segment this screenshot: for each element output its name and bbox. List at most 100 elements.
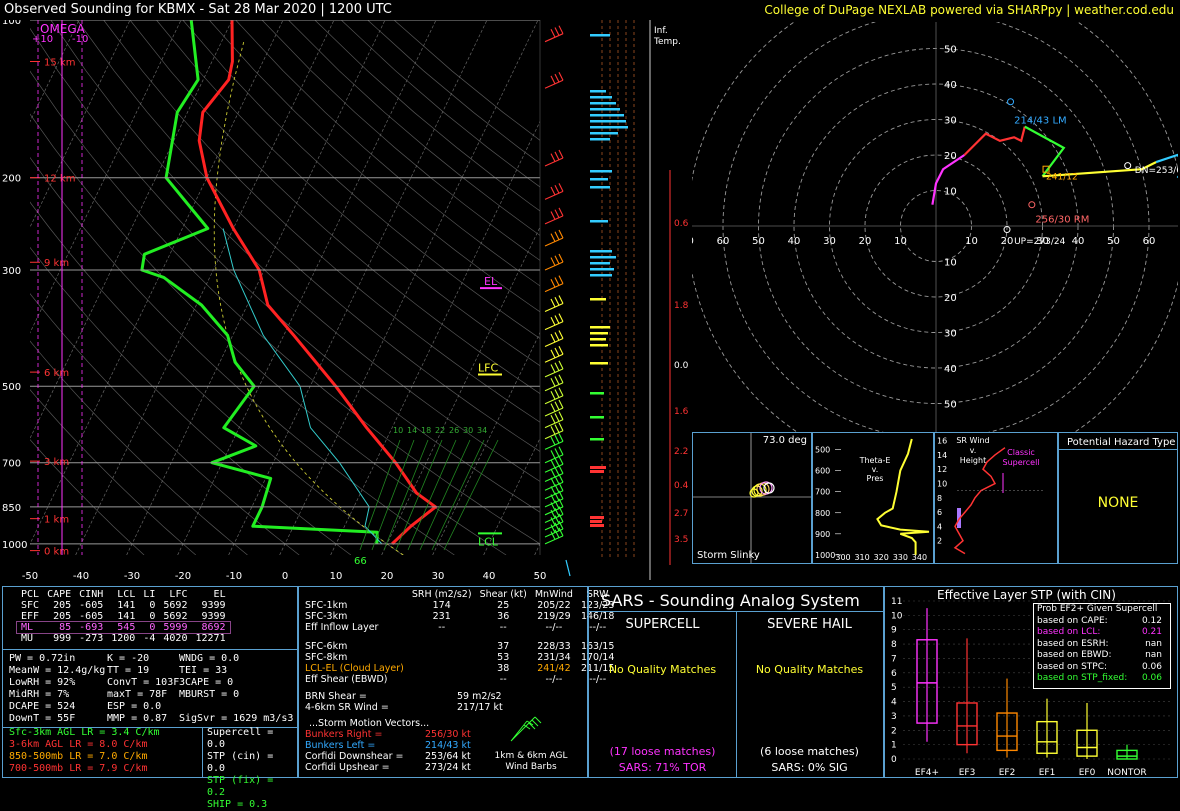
stp-legend-value: 0.06 bbox=[1141, 673, 1162, 683]
shear-line bbox=[371, 439, 415, 551]
barb-flag bbox=[550, 29, 556, 38]
inf-value: 2.7 bbox=[674, 509, 688, 519]
thermo-panel: PCL CAPE CINH LCL LI LFC EL SFC 205 -605 14… bbox=[2, 586, 298, 810]
cell: -- bbox=[499, 622, 507, 633]
indices-col2: K = -20 TT = 19 ConvT = 103F maxT = 78F ESP … bbox=[107, 653, 179, 725]
rm-marker bbox=[1028, 201, 1036, 209]
cell: 36 bbox=[497, 611, 510, 622]
cell: -693 bbox=[79, 622, 104, 633]
slinky-label: Storm Slinky bbox=[697, 550, 760, 561]
cell: SFC-8km bbox=[305, 652, 348, 663]
barb-flag bbox=[554, 413, 560, 422]
wind-barb bbox=[544, 387, 564, 405]
stp-legend-key: based on STP_fixed: bbox=[1037, 673, 1128, 683]
srw-y-tick: 16 bbox=[937, 437, 947, 446]
cell: -605 bbox=[79, 611, 104, 622]
hdr-cape: CAPE bbox=[47, 589, 72, 600]
stp-y-tick: 4 bbox=[891, 698, 897, 708]
hdr-lfc: LFC bbox=[169, 589, 188, 600]
temp-tick-label: -10 bbox=[226, 571, 242, 580]
shear-ring-label: 18 bbox=[421, 426, 431, 435]
cell: 12271 bbox=[195, 633, 226, 644]
inflow-bar bbox=[590, 90, 606, 93]
barb-flag bbox=[554, 401, 560, 411]
cell: LCL-EL (Cloud Layer) bbox=[305, 663, 404, 674]
cell: SRH (m2/s2) bbox=[411, 589, 472, 600]
inflow-strip-chart: 0.6 1.8 0.0 1.6 2.2 0.4 2.7 3.5 bbox=[590, 20, 692, 580]
dry-adiabat bbox=[156, 20, 540, 367]
hodo-y-label: 50 bbox=[944, 45, 957, 56]
temp-tick-label: 30 bbox=[432, 571, 445, 580]
sr-wind-chart: 16 14 12 10 8 6 4 2 SR Windv.Height ClassicSuperc… bbox=[937, 436, 1045, 555]
storm-value: 253/64 kt bbox=[425, 751, 471, 762]
parcel-row-ml[interactable]: ML 85 -693 545 0 5999 8692 bbox=[16, 621, 231, 634]
inf-value: 3.5 bbox=[674, 535, 688, 545]
shear-ring-label: 26 bbox=[449, 426, 459, 435]
stp-y-tick: 6 bbox=[891, 669, 897, 679]
inflow-bar bbox=[590, 326, 610, 329]
inflow-bar bbox=[590, 268, 614, 271]
sr46-value: 217/17 kt bbox=[457, 702, 503, 713]
temperature-line bbox=[197, 20, 437, 545]
shear-line bbox=[431, 439, 485, 551]
pressure-tick-label: 200 bbox=[2, 174, 21, 185]
sars-tor: SARS: 71% TOR bbox=[618, 761, 707, 774]
indices-col3: WNDG = 0.0 TEI = 33 3CAPE = 0 MBURST = 0 Sig… bbox=[179, 653, 293, 725]
stp-legend-row: based on CAPE: 0.12 bbox=[1034, 616, 1170, 628]
barb-flag bbox=[550, 403, 556, 412]
lapse-rate: 700-500mb LR = 7.9 C/km bbox=[9, 763, 148, 774]
hodo-x-label: 20 bbox=[859, 236, 872, 247]
barb-flag bbox=[554, 277, 560, 286]
cell: EFF bbox=[21, 611, 40, 622]
sars-sc-matches: No Quality Matches bbox=[608, 663, 717, 676]
barb-flag bbox=[550, 477, 556, 487]
wind-barb-icon bbox=[510, 716, 542, 742]
index-text: PW = 0.72in bbox=[9, 653, 76, 664]
pressure-tick-label: 300 bbox=[2, 266, 21, 277]
theta-title: Pres bbox=[867, 474, 884, 483]
inflow-strip: 0.6 1.8 0.0 1.6 2.2 0.4 2.7 3.5 Inf. Temp. bbox=[590, 20, 692, 580]
pressure-tick-label: 500 bbox=[2, 382, 21, 393]
cell: 141 bbox=[117, 611, 136, 622]
height-label: 1 km bbox=[44, 515, 69, 526]
up-label: UP=273/24 bbox=[1014, 237, 1065, 247]
hodo-y-label: 10 bbox=[944, 187, 957, 198]
barb-flag bbox=[550, 364, 556, 373]
inflow-bar bbox=[590, 132, 618, 135]
hodo-x-label: 40 bbox=[1072, 236, 1085, 247]
inflow-bar bbox=[590, 274, 612, 277]
isotherm bbox=[432, 331, 540, 555]
hodo-y-label: 40 bbox=[944, 364, 957, 375]
cell: Eff Inflow Layer bbox=[305, 622, 379, 633]
wind-barb bbox=[544, 295, 564, 312]
skewt-panel: 100 200 300 500 700 850 1000 -50 -40 -30 -20 -10 0 10… bbox=[0, 16, 590, 582]
cell: -- bbox=[438, 622, 446, 633]
theta-x-tick: 320 bbox=[874, 553, 889, 562]
index-text: DownT = 55F bbox=[9, 713, 76, 724]
indices-col1: PW = 0.72in MeanW = 12.4g/kg LowRH = 92% Mi… bbox=[9, 653, 105, 725]
barb-flag bbox=[550, 333, 556, 343]
pressure-tick-label: 1000 bbox=[2, 540, 27, 551]
pressure-tick-label: 100 bbox=[2, 20, 21, 27]
inflow-bar bbox=[590, 256, 616, 259]
stp-legend-key: based on LCL: bbox=[1037, 627, 1101, 637]
dry-adiabat bbox=[30, 439, 145, 555]
isotherm bbox=[177, 20, 437, 555]
cell: 9399 bbox=[201, 611, 226, 622]
shear-ring-label: 14 bbox=[407, 426, 417, 435]
barb-flag bbox=[550, 233, 556, 242]
shear-ring-label: 30 bbox=[463, 426, 473, 435]
lapse-rate: 850-500mb LR = 7.0 C/km bbox=[9, 751, 148, 762]
stp-y-tick: 8 bbox=[891, 640, 897, 650]
stp-category-label: EF4+ bbox=[915, 768, 939, 777]
stp-category-label: EF0 bbox=[1079, 768, 1096, 777]
lfc-label: LFC bbox=[478, 362, 498, 375]
srw-y-tick: 6 bbox=[937, 508, 942, 517]
dry-adiabat bbox=[261, 20, 540, 261]
index-text: MeanW = 12.4g/kg bbox=[9, 665, 106, 676]
barb-flag bbox=[554, 315, 560, 324]
hodo-y-label: 30 bbox=[944, 116, 957, 127]
isotherm bbox=[75, 20, 335, 555]
cell: ML bbox=[21, 622, 34, 633]
shear-ring-label: 10 bbox=[393, 426, 403, 435]
